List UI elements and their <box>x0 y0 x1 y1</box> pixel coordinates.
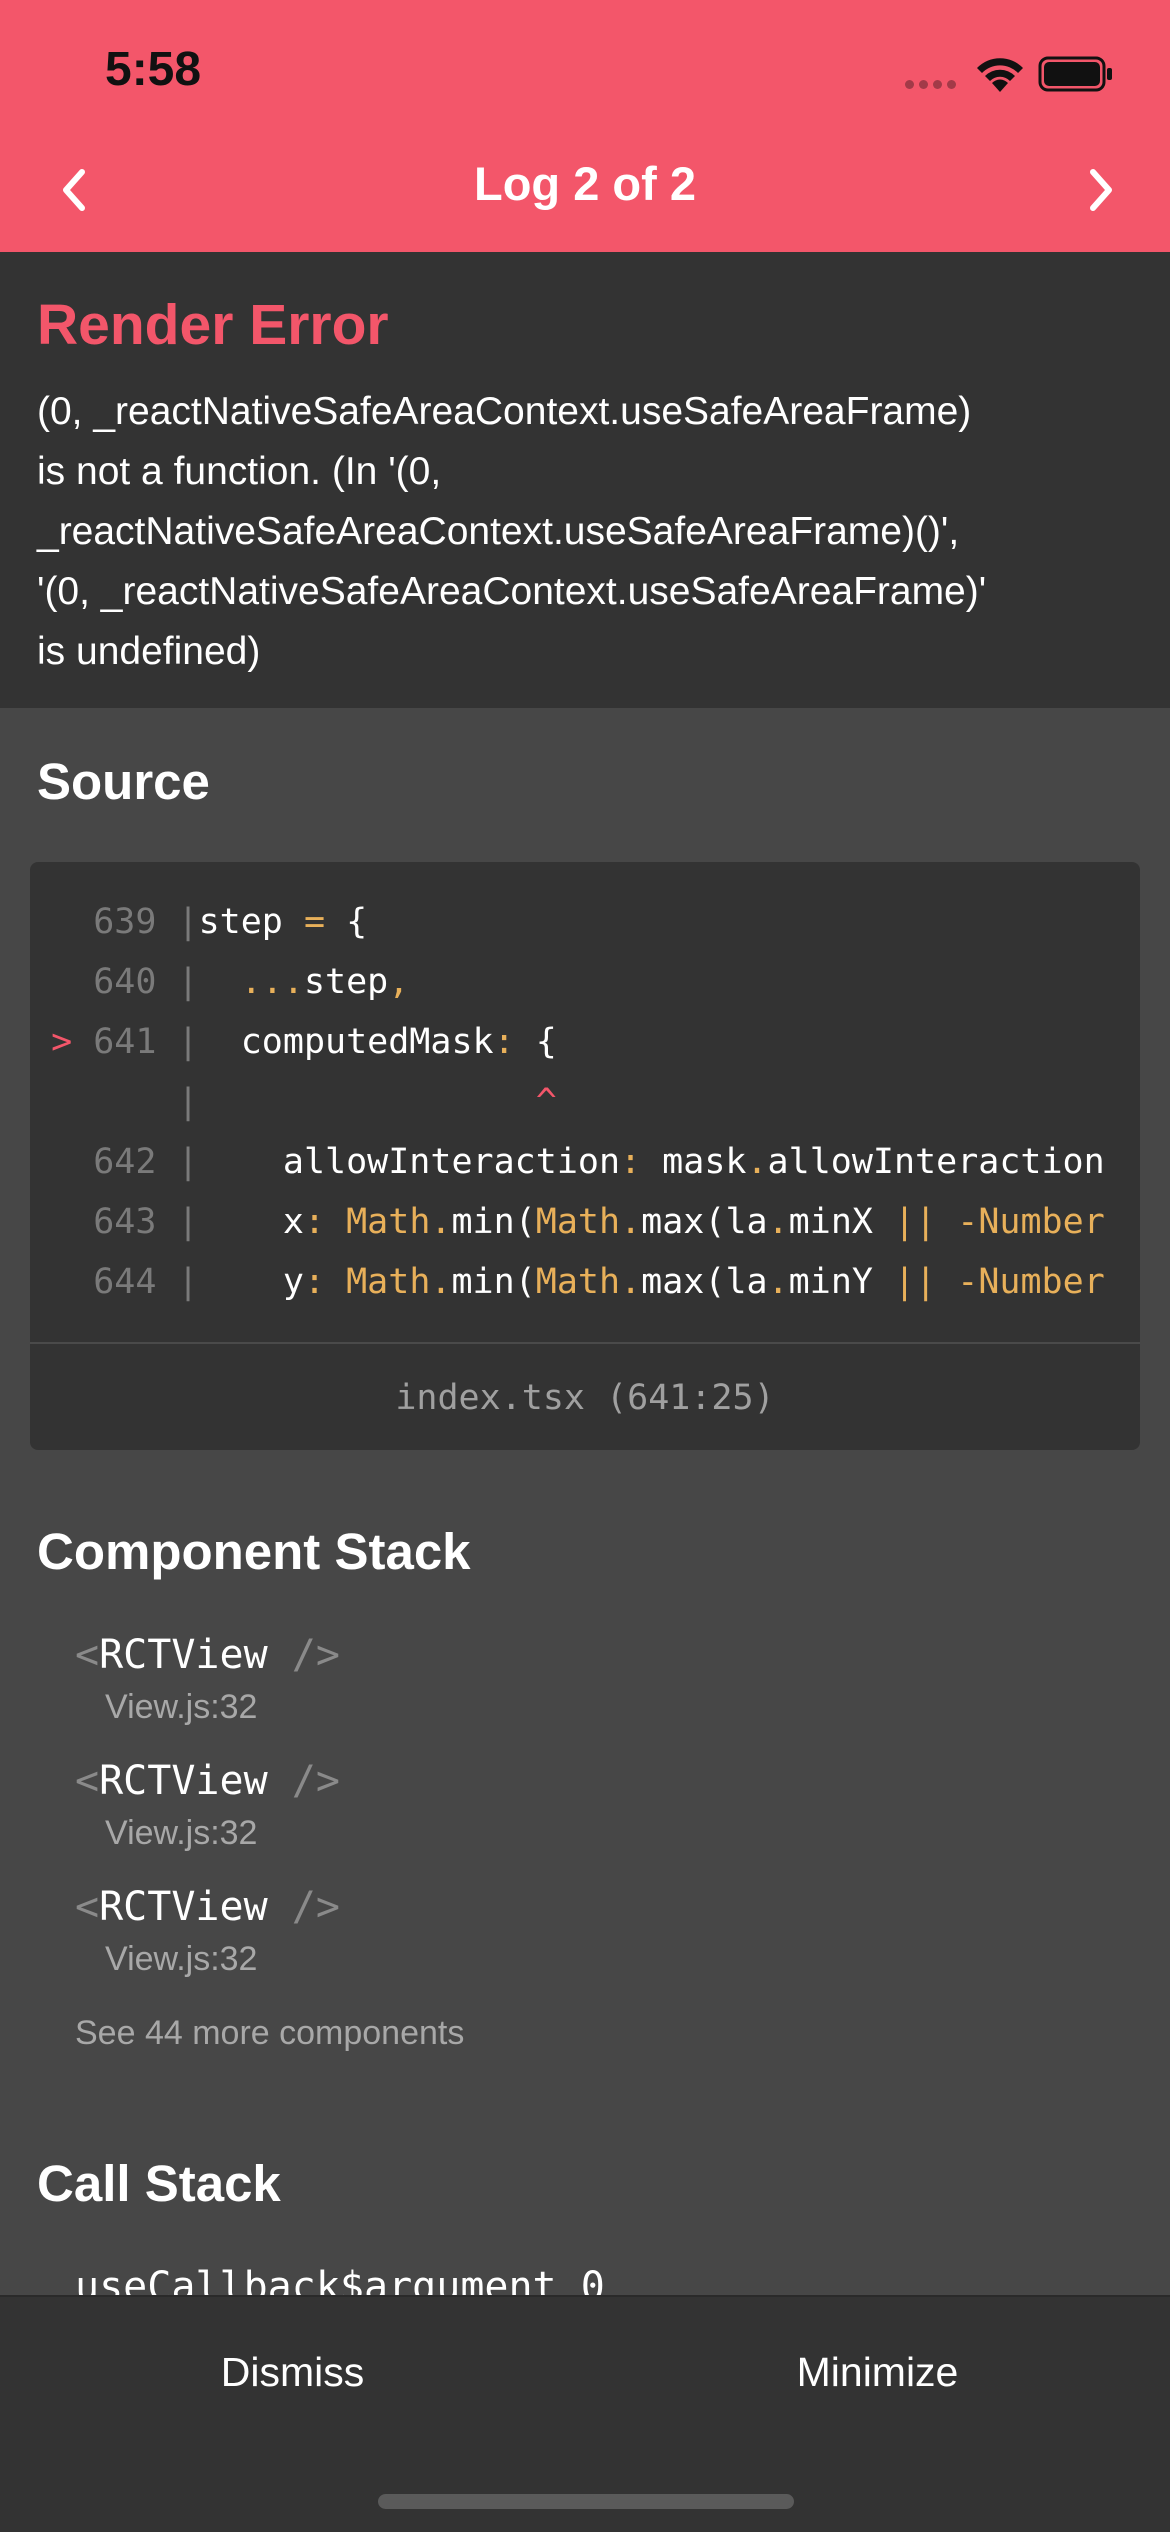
battery-icon <box>1038 56 1112 92</box>
cellular-signal-icon <box>905 80 956 89</box>
wifi-icon <box>977 58 1023 92</box>
component-location: View.js:32 <box>105 1940 258 1978</box>
error-block: Render Error (0, _reactNativeSafeAreaCon… <box>0 252 1170 708</box>
source-file-location[interactable]: index.tsx (641:25) <box>30 1342 1140 1450</box>
code-line: 644 | y: Math.min(Math.max(la.minY || -N… <box>72 1262 1105 1302</box>
status-time: 5:58 <box>105 43 202 96</box>
component-frame[interactable]: <RCTView /> View.js:32 <box>75 1632 340 1727</box>
page-title: Log 2 of 2 <box>474 157 696 210</box>
code-line: 642 | allowInteraction: mask.allowIntera… <box>72 1142 1105 1182</box>
code-line: > 641 | computedMask: { <box>51 1022 557 1062</box>
home-indicator[interactable] <box>378 2494 794 2509</box>
component-location: View.js:32 <box>105 1814 258 1852</box>
call-stack-title: Call Stack <box>37 2155 281 2212</box>
error-title: Render Error <box>37 293 389 357</box>
component-location: View.js:32 <box>105 1688 258 1726</box>
code-line: 639 |step = { <box>72 902 368 942</box>
component-frame[interactable]: <RCTView /> View.js:32 <box>75 1758 340 1853</box>
source-section-title: Source <box>37 753 210 810</box>
component-name: RCTView <box>99 1758 268 1804</box>
header-bar: 5:58 Log 2 of 2 <box>0 0 1170 252</box>
code-line: 640 | ...step, <box>72 962 410 1002</box>
minimize-button[interactable]: Minimize <box>585 2297 1170 2447</box>
component-frame[interactable]: <RCTView /> View.js:32 <box>75 1884 340 1979</box>
see-more-components-link[interactable]: See 44 more components <box>75 2014 464 2053</box>
component-name: RCTView <box>99 1884 268 1930</box>
component-stack-title: Component Stack <box>37 1523 471 1580</box>
source-code-frame[interactable]: 639 |step = { 640 | ...step, > 641 | com… <box>30 862 1140 1450</box>
error-message: (0, _reactNativeSafeAreaContext.useSafeA… <box>37 390 987 673</box>
code-line: | ^ <box>72 1082 557 1122</box>
code-lines: 639 |step = { 640 | ...step, > 641 | com… <box>30 892 1110 1312</box>
component-name: RCTView <box>99 1632 268 1678</box>
dismiss-button[interactable]: Dismiss <box>0 2297 585 2447</box>
next-log-chevron-icon[interactable] <box>1075 160 1125 220</box>
code-line: 643 | x: Math.min(Math.max(la.minX || -N… <box>72 1202 1105 1242</box>
